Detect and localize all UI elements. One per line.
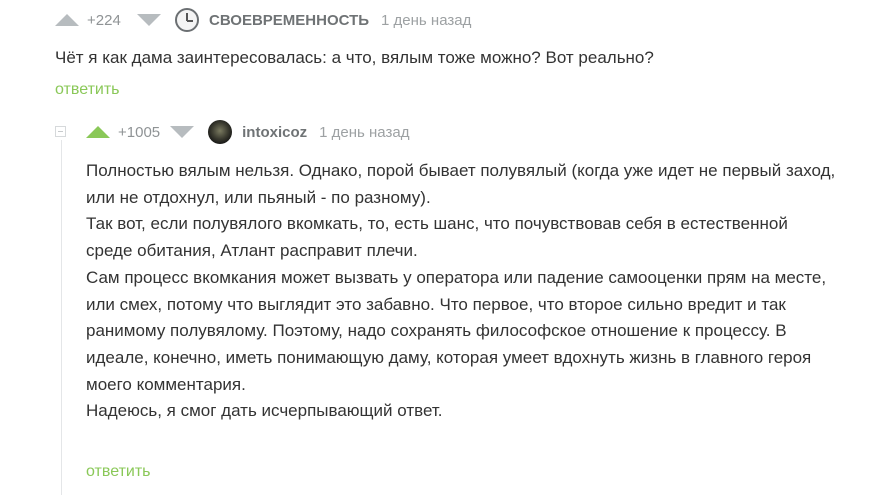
- upvote-arrow-icon[interactable]: [86, 126, 110, 138]
- comment-author[interactable]: СВОЕВРЕМЕННОСТЬ: [209, 12, 369, 29]
- comment-header: +1005 intoxicoz 1 день назад: [86, 120, 409, 144]
- user-avatar[interactable]: [208, 120, 233, 144]
- comment-text-line: Полностью вялым нельзя. Однако, порой бы…: [86, 161, 836, 180]
- comment-rating: +224: [87, 11, 121, 29]
- comment-time: 1 день назад: [319, 123, 410, 141]
- comment-thread: +224 СВОЕВРЕМЕННОСТЬ 1 день назад Чёт я …: [0, 0, 888, 495]
- comment-text-line: или смех, потому что выглядит это забавн…: [86, 294, 786, 314]
- downvote-arrow-icon[interactable]: [137, 14, 161, 26]
- comment-text-line: или не отдохнул, или пьяный - по разному…: [86, 187, 431, 207]
- thread-branch-line[interactable]: [61, 140, 62, 495]
- comment-author[interactable]: intoxicoz: [242, 124, 307, 141]
- comment-body: Чёт я как дама заинтересовалась: а что, …: [55, 45, 654, 72]
- comment-text-line: моего комментария.: [86, 374, 246, 394]
- comment-text-line: ранимому полувялому. Поэтому, надо сохра…: [86, 321, 787, 341]
- comment-rating: +1005: [118, 123, 161, 141]
- comment-text-line: среде обитания, Атлант расправит плечи.: [86, 241, 418, 261]
- reply-link[interactable]: ответить: [55, 81, 120, 99]
- comment-text-line: Так вот, если полувялого вкомкать, то, е…: [86, 214, 788, 234]
- comment-text-line: Чёт я как дама заинтересовалась: а что, …: [55, 48, 654, 67]
- upvote-arrow-icon[interactable]: [55, 14, 79, 26]
- comment-body: Полностью вялым нельзя. Однако, порой бы…: [86, 158, 835, 425]
- clock-icon[interactable]: [175, 8, 199, 32]
- comment-time: 1 день назад: [381, 11, 472, 29]
- comment-text-line: Сам процесс вкомкания может вызвать у оп…: [86, 267, 827, 287]
- reply-link[interactable]: ответить: [86, 463, 151, 481]
- downvote-arrow-icon[interactable]: [170, 126, 195, 138]
- comment-text-line: идеале, конечно, иметь понимающую даму, …: [86, 347, 812, 367]
- comment-text-line: Надеюсь, я смог дать исчерпывающий ответ…: [86, 401, 443, 421]
- comment-header: +224 СВОЕВРЕМЕННОСТЬ 1 день назад: [55, 8, 471, 32]
- collapse-branch-button[interactable]: [55, 126, 66, 137]
